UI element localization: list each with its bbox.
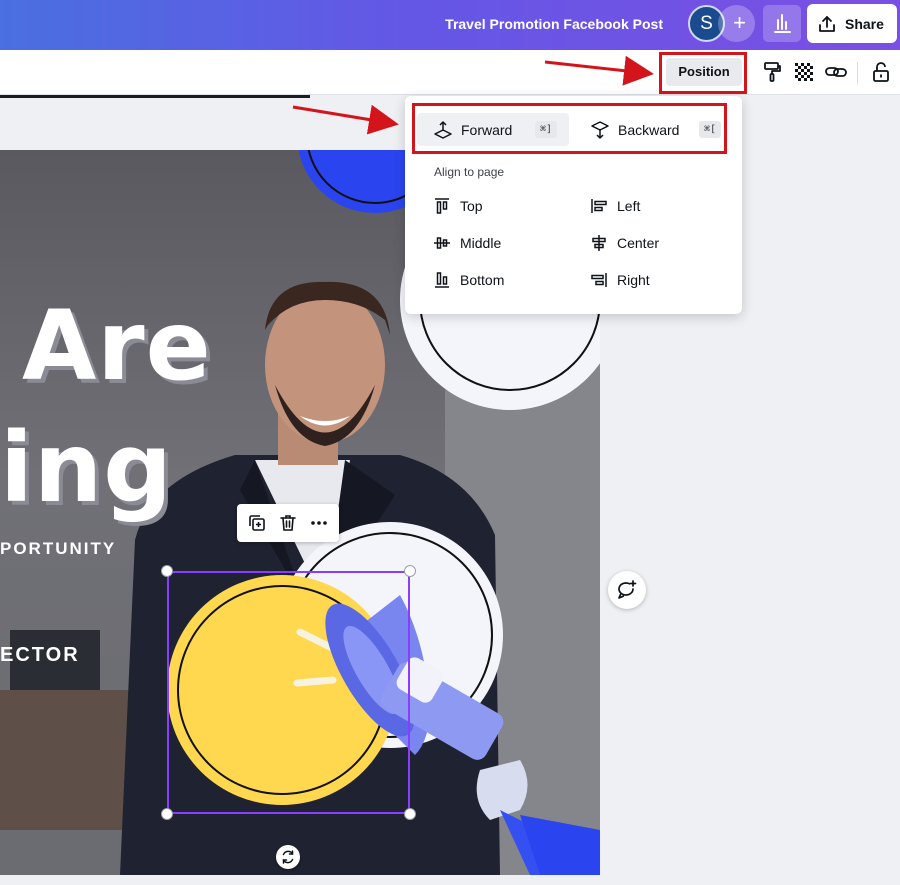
editor-toolbar: Position	[0, 50, 900, 95]
headline-line-1: Are	[22, 290, 212, 402]
document-title[interactable]: Travel Promotion Facebook Post	[445, 16, 663, 32]
align-middle-icon	[434, 237, 450, 249]
more-options-icon[interactable]	[309, 513, 329, 533]
page-edge	[0, 95, 310, 98]
bar-chart-icon	[774, 14, 791, 33]
insights-button[interactable]	[763, 5, 801, 42]
align-center-icon	[592, 235, 606, 251]
duplicate-icon[interactable]	[247, 513, 267, 533]
resize-handle-top-right[interactable]	[404, 565, 416, 577]
align-bottom-button[interactable]: Bottom	[433, 269, 504, 291]
align-right-button[interactable]: Right	[590, 269, 650, 291]
link-icon[interactable]	[824, 60, 848, 84]
top-bar: Travel Promotion Facebook Post S + Share	[0, 0, 900, 50]
trash-icon[interactable]	[278, 513, 298, 533]
align-bottom-label: Bottom	[460, 272, 505, 288]
rotate-handle[interactable]	[276, 845, 300, 869]
resize-handle-bottom-right[interactable]	[404, 808, 416, 820]
align-bottom-icon	[435, 272, 449, 288]
align-left-label: Left	[617, 198, 641, 214]
element-quick-actions	[237, 504, 339, 542]
paint-roller-icon[interactable]	[760, 60, 784, 84]
align-top-button[interactable]: Top	[433, 195, 483, 217]
resize-handle-top-left[interactable]	[161, 565, 173, 577]
align-top-label: Top	[460, 198, 483, 214]
headline-line-2: ing	[0, 412, 173, 524]
align-right-label: Right	[617, 272, 650, 288]
comment-plus-icon	[618, 580, 637, 599]
transparency-icon[interactable]	[792, 60, 816, 84]
align-center-label: Center	[617, 235, 660, 251]
toolbar-divider	[857, 62, 858, 84]
align-heading: Align to page	[434, 165, 505, 179]
add-collaborator-button[interactable]: +	[718, 5, 755, 42]
align-center-button[interactable]: Center	[590, 232, 659, 254]
align-left-button[interactable]: Left	[590, 195, 640, 217]
selection-box[interactable]	[167, 571, 410, 814]
upload-icon	[819, 15, 835, 32]
subline-2: ECTOR	[0, 644, 80, 666]
align-middle-button[interactable]: Middle	[433, 232, 501, 254]
share-button[interactable]: Share	[807, 4, 897, 43]
subline-1: PORTUNITY	[0, 539, 117, 558]
lock-icon[interactable]	[869, 60, 893, 84]
annotation-box-position	[659, 52, 747, 94]
align-middle-label: Middle	[460, 235, 502, 251]
align-top-icon	[435, 198, 449, 214]
share-label: Share	[845, 15, 884, 32]
align-right-icon	[591, 273, 607, 287]
resize-handle-bottom-left[interactable]	[161, 808, 173, 820]
add-comment-button[interactable]	[608, 571, 646, 609]
rotate-icon	[282, 850, 294, 864]
align-left-icon	[591, 199, 607, 213]
annotation-box-layer-order	[412, 103, 727, 154]
